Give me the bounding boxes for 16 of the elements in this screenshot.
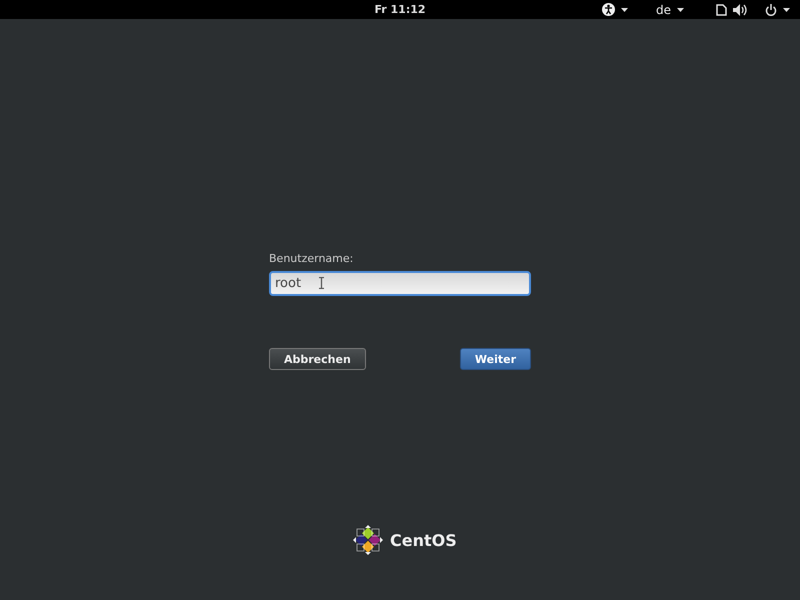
username-label: Benutzername:	[269, 252, 354, 265]
logo-text: CentOS	[390, 530, 457, 550]
speaker-icon[interactable]	[733, 4, 747, 16]
power-icon[interactable]	[765, 4, 777, 16]
caret-icon[interactable]	[677, 8, 684, 12]
cancel-button[interactable]: Abbrechen	[269, 348, 366, 370]
screen-icon[interactable]	[716, 4, 727, 16]
clock[interactable]: Fr 11:12	[370, 3, 430, 16]
next-button[interactable]: Weiter	[460, 348, 531, 370]
text-cursor-icon	[319, 277, 324, 289]
caret-icon[interactable]	[621, 8, 628, 12]
logo-icon	[352, 524, 384, 556]
username-field[interactable]: root	[269, 271, 531, 296]
caret-icon[interactable]	[783, 8, 790, 12]
accessibility-icon[interactable]	[602, 3, 615, 16]
keyboard-layout[interactable]: de	[656, 2, 671, 16]
